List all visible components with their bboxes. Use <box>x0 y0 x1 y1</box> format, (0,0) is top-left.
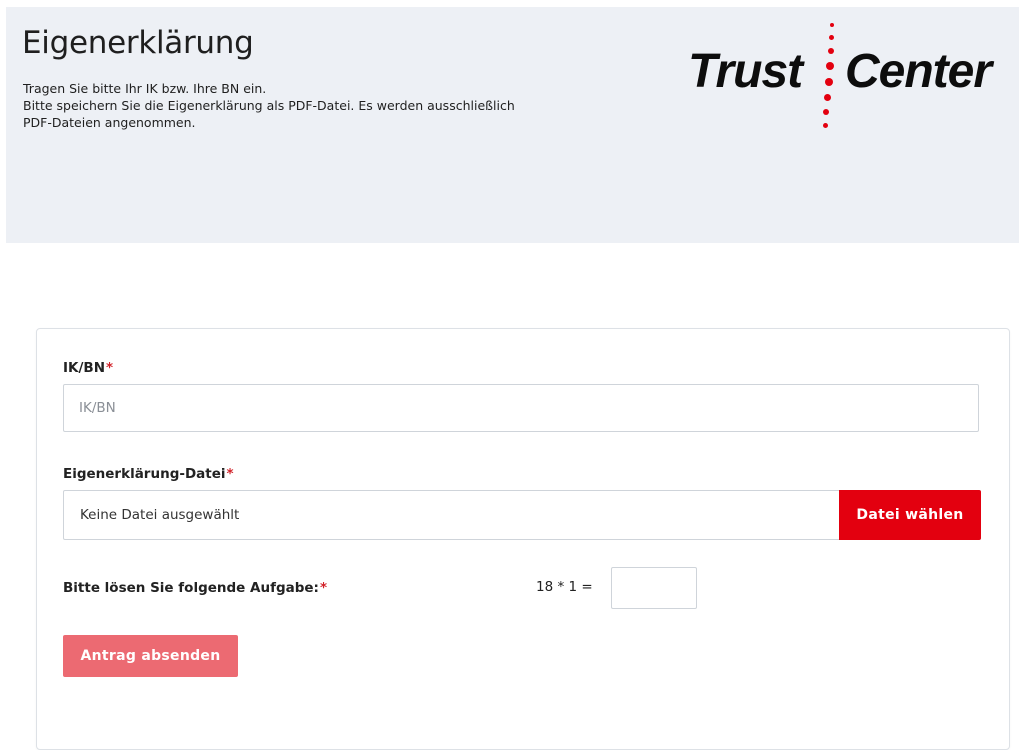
logo-word-trust: Trust <box>688 45 803 98</box>
declaration-form: IK/BN* Eigenerklärung-Datei* Keine Datei… <box>36 328 1010 750</box>
intro-line: PDF-Dateien angenommen. <box>23 115 196 130</box>
required-marker: * <box>226 466 234 482</box>
page-title: Eigenerklärung <box>22 25 254 61</box>
trust-center-logo: Trust Center <box>688 17 1018 137</box>
captcha-label-text: Bitte lösen Sie folgende Aufgabe: <box>63 580 319 596</box>
choose-file-button[interactable]: Datei wählen <box>839 490 981 540</box>
logo-dots-icon <box>822 23 836 133</box>
file-picker[interactable]: Keine Datei ausgewählt Datei wählen <box>63 490 981 540</box>
intro-line: Tragen Sie bitte Ihr IK bzw. Ihre BN ein… <box>23 81 267 96</box>
captcha-expression: 18 * 1 = <box>536 579 593 595</box>
ikbn-input[interactable] <box>63 384 979 432</box>
intro-line: Bitte speichern Sie die Eigenerklärung a… <box>23 98 515 113</box>
captcha-answer-input[interactable] <box>611 567 697 609</box>
required-marker: * <box>106 360 114 376</box>
ikbn-label-text: IK/BN <box>63 360 106 376</box>
required-marker: * <box>319 580 328 596</box>
logo-word-center: Center <box>845 45 992 98</box>
file-label-text: Eigenerklärung-Datei <box>63 466 226 482</box>
intro-text: Tragen Sie bitte Ihr IK bzw. Ihre BN ein… <box>23 80 663 131</box>
file-label: Eigenerklärung-Datei* <box>63 466 234 482</box>
submit-application-button[interactable]: Antrag absenden <box>63 635 238 677</box>
file-status-text: Keine Datei ausgewählt <box>80 507 240 523</box>
page-header: Eigenerklärung Tragen Sie bitte Ihr IK b… <box>6 7 1019 243</box>
captcha-label: Bitte lösen Sie folgende Aufgabe:* <box>63 580 327 596</box>
ikbn-label: IK/BN* <box>63 360 113 376</box>
